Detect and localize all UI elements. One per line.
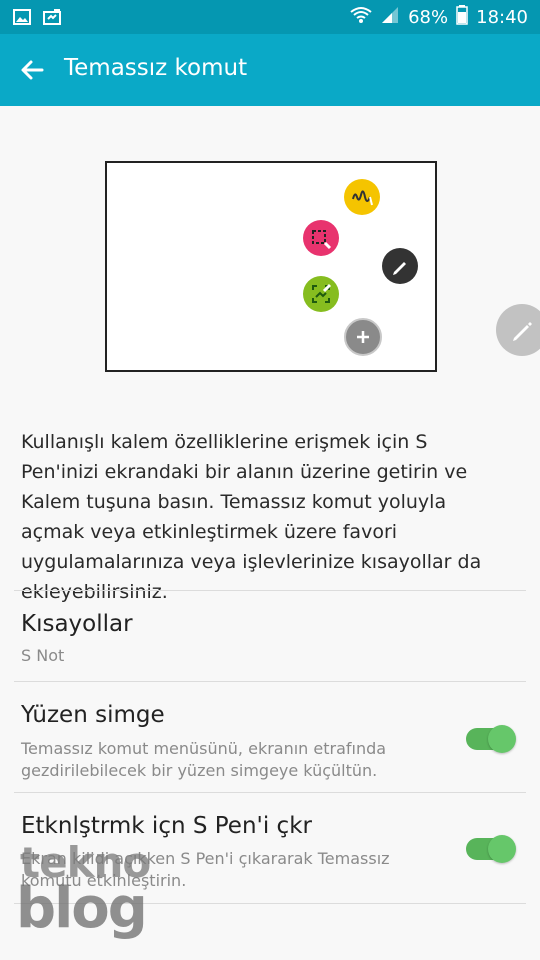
detach-pen-title: Etknlştrmk içn S Pen'i çkr (21, 813, 312, 839)
battery-icon (456, 5, 468, 30)
air-command-preview (105, 161, 437, 372)
shortcuts-setting-row[interactable]: Kısayollar S Not (0, 591, 540, 681)
floating-icon-subtitle: Temassız komut menüsünü, ekranın etrafın… (21, 739, 387, 780)
status-right: 68% 18:40 (350, 5, 528, 30)
description-text: Kullanışlı kalem özelliklerine erişmek i… (21, 431, 482, 603)
screenshot-icon (42, 7, 62, 31)
app-bar: Temassız komut (0, 34, 540, 106)
pen-icon (382, 248, 418, 284)
floating-icon-setting-row[interactable]: Yüzen simge Temassız komut menüsünü, ekr… (0, 682, 540, 792)
floating-icon-toggle[interactable] (466, 725, 516, 753)
wifi-icon (350, 5, 372, 30)
divider (14, 903, 526, 904)
detach-pen-subtitle: Ekran kilidi açıkken S Pen'i çıkararak T… (21, 849, 390, 890)
shortcuts-title: Kısayollar (21, 611, 133, 637)
pen-write-icon (344, 179, 380, 215)
back-arrow-icon (14, 60, 50, 92)
signal-icon (380, 5, 400, 30)
shortcuts-subtitle: S Not (21, 646, 65, 665)
gallery-icon (12, 7, 32, 31)
toggle-knob (488, 835, 516, 863)
back-button[interactable] (14, 52, 50, 88)
battery-percent: 68% (408, 7, 449, 28)
add-icon (344, 318, 382, 356)
smart-select-icon (303, 220, 339, 256)
detach-pen-toggle[interactable] (466, 835, 516, 863)
main-content: Kullanışlı kalem özelliklerine erişmek i… (0, 106, 540, 960)
toggle-knob (488, 725, 516, 753)
floating-pen-icon[interactable] (496, 304, 540, 356)
clock: 18:40 (476, 7, 528, 28)
status-left-icons (12, 7, 62, 31)
detach-pen-setting-row[interactable]: Etknlştrmk içn S Pen'i çkr Ekran kilidi … (0, 793, 540, 903)
floating-icon-title: Yüzen simge (21, 702, 165, 728)
status-bar: 68% 18:40 (0, 0, 540, 34)
page-title: Temassız komut (64, 55, 248, 81)
screen-write-icon (303, 276, 339, 312)
